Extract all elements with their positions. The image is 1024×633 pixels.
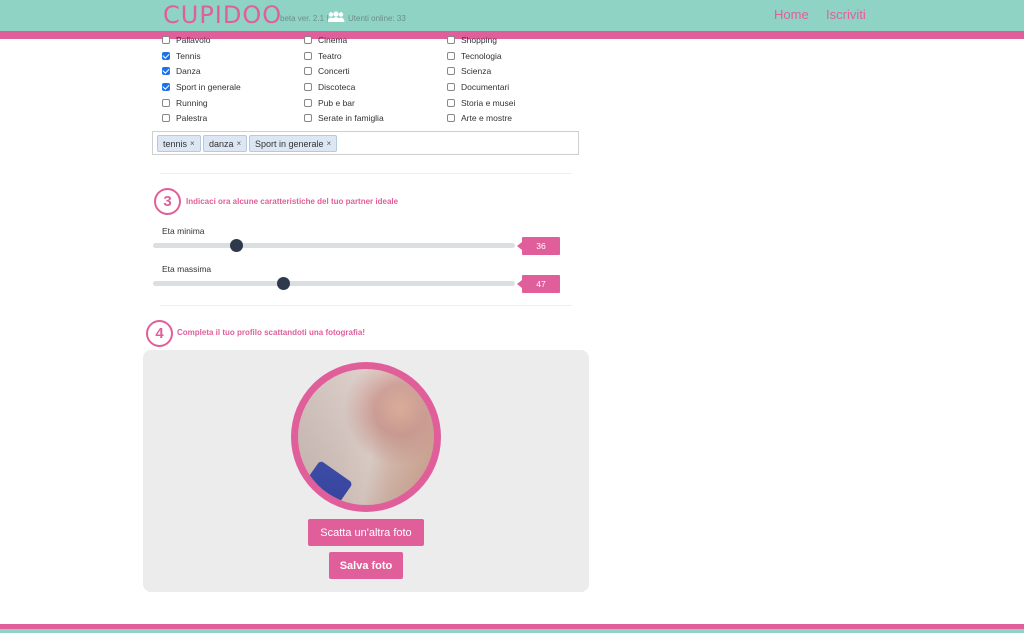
interest-checkbox[interactable] [162, 83, 170, 91]
interest-checkbox[interactable] [447, 52, 455, 60]
step-3-title: Indicaci ora alcune caratteristiche del … [186, 197, 399, 206]
interest-option[interactable]: Shopping [447, 34, 497, 46]
interest-label: Discoteca [318, 82, 356, 92]
max-age-slider-handle[interactable] [276, 277, 290, 290]
users-icon [327, 11, 345, 22]
interest-option[interactable]: Teatro [304, 50, 342, 62]
interest-checkbox[interactable] [304, 52, 312, 60]
interest-label: Danza [176, 66, 201, 76]
interest-checkbox[interactable] [162, 36, 170, 44]
header-stripe [0, 31, 1024, 39]
interest-label: Storia e musei [461, 98, 516, 108]
interest-checkbox[interactable] [304, 67, 312, 75]
interest-checkbox[interactable] [304, 36, 312, 44]
interest-checkbox[interactable] [447, 99, 455, 107]
interest-label: Arte e mostre [461, 113, 513, 123]
min-age-value: 36 [517, 237, 560, 255]
divider [160, 305, 572, 306]
tag-danza[interactable]: danza × [203, 135, 248, 152]
beta-version: beta ver. 2.1 | [280, 14, 329, 23]
interest-option[interactable]: Concerti [304, 65, 350, 77]
interest-option[interactable]: Cinema [304, 34, 347, 46]
interest-option[interactable]: Storia e musei [447, 97, 515, 109]
interest-label: Scienza [461, 66, 492, 76]
retake-photo-button[interactable]: Scatta un'altra foto [308, 519, 424, 546]
interest-option[interactable]: Running [162, 97, 208, 109]
interest-label: Pub e bar [318, 98, 355, 108]
interest-label: Sport in generale [176, 82, 241, 92]
tag-remove-icon[interactable]: × [190, 139, 195, 148]
logo[interactable]: Cupidoo [163, 1, 282, 29]
footer [0, 629, 1024, 633]
interest-checkbox[interactable] [447, 114, 455, 122]
interest-checkbox[interactable] [162, 67, 170, 75]
min-age-slider[interactable] [153, 239, 515, 252]
tag-tennis[interactable]: tennis × [157, 135, 201, 152]
step-3-badge: 3 [154, 188, 181, 215]
interest-option[interactable]: Tecnologia [447, 50, 502, 62]
interest-label: Documentari [461, 82, 510, 92]
interest-checkbox[interactable] [447, 36, 455, 44]
divider [160, 173, 572, 174]
step-4-title: Completa il tuo profilo scattandoti una … [177, 328, 365, 337]
interest-checkbox[interactable] [162, 52, 170, 60]
interest-label: Shopping [461, 35, 497, 45]
interest-checkbox[interactable] [304, 99, 312, 107]
interest-option[interactable]: Scienza [447, 65, 491, 77]
nav-signup-link[interactable]: Iscriviti [826, 7, 866, 22]
tag-remove-icon[interactable]: × [327, 139, 332, 148]
min-age-label: Eta minima [162, 226, 205, 236]
interest-checkbox[interactable] [304, 114, 312, 122]
interest-checkbox[interactable] [447, 83, 455, 91]
online-users: Utenti online: 33 [348, 14, 406, 23]
interest-label: Tennis [176, 51, 201, 61]
interest-option[interactable]: Pallavolo [162, 34, 211, 46]
interest-label: Pallavolo [176, 35, 211, 45]
profile-photo-preview [298, 369, 434, 505]
interest-checkbox[interactable] [304, 83, 312, 91]
max-age-value: 47 [517, 275, 560, 293]
step-4-badge: 4 [146, 320, 173, 347]
interest-checkbox[interactable] [162, 99, 170, 107]
interest-option[interactable]: Serate in famiglia [304, 112, 384, 124]
interest-label: Concerti [318, 66, 350, 76]
interest-label: Teatro [318, 51, 342, 61]
interest-option[interactable]: Pub e bar [304, 97, 355, 109]
interest-option[interactable]: Documentari [447, 81, 509, 93]
interest-option[interactable]: Sport in generale [162, 81, 241, 93]
interest-option[interactable]: Tennis [162, 50, 201, 62]
interest-option[interactable]: Discoteca [304, 81, 355, 93]
interest-checkbox[interactable] [447, 67, 455, 75]
min-age-slider-handle[interactable] [229, 239, 243, 252]
interest-label: Tecnologia [461, 51, 502, 61]
max-age-label: Eta massima [162, 264, 212, 274]
interest-option[interactable]: Palestra [162, 112, 207, 124]
interest-label: Running [176, 98, 208, 108]
max-age-slider[interactable] [153, 277, 515, 290]
top-header: Cupidoo beta ver. 2.1 | Utenti online: 3… [0, 0, 1024, 31]
selected-interests-tags[interactable]: tennis × danza × Sport in generale × [152, 131, 579, 155]
save-photo-button[interactable]: Salva foto [329, 552, 403, 579]
interest-label: Palestra [176, 113, 208, 123]
interest-option[interactable]: Danza [162, 65, 201, 77]
tag-sport-in-generale[interactable]: Sport in generale × [249, 135, 338, 152]
interest-checkbox[interactable] [162, 114, 170, 122]
interest-label: Cinema [318, 35, 348, 45]
interest-option[interactable]: Arte e mostre [447, 112, 512, 124]
tag-remove-icon[interactable]: × [237, 139, 242, 148]
nav-home-link[interactable]: Home [774, 7, 809, 22]
interest-label: Serate in famiglia [318, 113, 384, 123]
